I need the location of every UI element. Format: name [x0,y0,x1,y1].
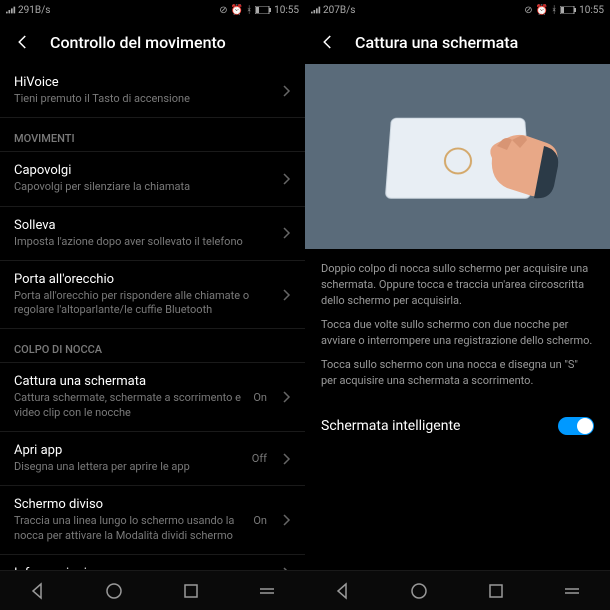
desc-3: Tocca sullo schermo con una nocca e dise… [321,357,594,389]
item-capovolgi[interactable]: Capovolgi Capovolgi per silenziare la ch… [0,152,305,206]
screen-capture: 207B/s ⊘ ⏰ ᚼ 10:55 Cattura una schermata [305,0,610,610]
item-schermo-diviso[interactable]: Schermo diviso Traccia una linea lungo l… [0,486,305,555]
nav-bar [305,570,610,610]
nav-recent-icon[interactable] [486,581,506,601]
item-title: Capovolgi [14,163,275,178]
network-speed: 207B/s [323,5,355,16]
item-subtitle: Porta all'orecchio per rispondere alle c… [14,289,275,318]
item-subtitle: Disegna una lettera per aprire le app [14,460,252,474]
item-subtitle: Capovolgi per silenziare la chiamata [14,180,275,194]
item-cattura-schermata[interactable]: Cattura una schermata Cattura schermate,… [0,363,305,432]
section-movimenti: MOVIMENTI [0,118,305,152]
signal-icon [311,6,321,14]
item-porta-orecchio[interactable]: Porta all'orecchio Porta all'orecchio pe… [0,261,305,330]
alarm-icon: ⏰ [536,5,548,16]
item-title: Cattura una schermata [14,374,253,389]
nav-notification-icon[interactable] [257,581,277,601]
nav-notification-icon[interactable] [562,581,582,601]
toggle-state: On [253,391,267,404]
status-bar: 291B/s ⊘ ⏰ ᚼ 10:55 [0,0,305,20]
nav-recent-icon[interactable] [181,581,201,601]
status-bar: 207B/s ⊘ ⏰ ᚼ 10:55 [305,0,610,20]
hand-icon [472,128,562,203]
bluetooth-icon: ᚼ [246,5,252,16]
item-subtitle: Traccia una linea lungo lo schermo usand… [14,514,253,543]
item-title: Solleva [14,218,275,233]
section-nocca: COLPO DI NOCCA [0,329,305,363]
clock: 10:55 [579,5,604,16]
knuckle-illustration [305,64,610,249]
network-speed: 291B/s [18,5,50,16]
alarm-icon: ⏰ [231,5,243,16]
item-hivoice[interactable]: HiVoice Tieni premuto il Tasto di accens… [0,64,305,118]
page-title: Controllo del movimento [50,33,226,52]
nav-home-icon[interactable] [409,581,429,601]
item-solleva[interactable]: Solleva Imposta l'azione dopo aver solle… [0,207,305,261]
item-subtitle: Tieni premuto il Tasto di accensione [14,92,275,106]
page-title: Cattura una schermata [355,33,518,52]
desc-2: Tocca due volte sullo schermo con due no… [321,317,594,349]
item-subtitle: Cattura schermate, schermate a scorrimen… [14,391,253,420]
chevron-right-icon [283,227,291,239]
nav-bar [0,570,305,610]
nav-back-icon[interactable] [333,581,353,601]
chevron-right-icon [283,85,291,97]
chevron-right-icon [283,391,291,403]
battery-icon [255,6,271,14]
bluetooth-icon: ᚼ [551,5,557,16]
dnd-icon: ⊘ [524,5,532,16]
toggle-state: On [253,514,267,527]
screen-motion-control: 291B/s ⊘ ⏰ ᚼ 10:55 Controllo del movimen… [0,0,305,610]
item-title: Porta all'orecchio [14,272,275,287]
toggle-label: Schermata intelligente [321,418,558,434]
description-block: Doppio colpo di nocca sullo schermo per … [305,249,610,401]
chevron-right-icon [283,173,291,185]
nav-home-icon[interactable] [104,581,124,601]
item-apri-app[interactable]: Apri app Disegna una lettera per aprire … [0,432,305,486]
dnd-icon: ⊘ [219,5,227,16]
toggle-state: Off [252,452,267,465]
item-informazioni[interactable]: Informazioni [0,555,305,570]
item-title: Apri app [14,443,252,458]
back-icon[interactable] [319,33,337,51]
item-subtitle: Imposta l'azione dopo aver sollevato il … [14,235,275,249]
chevron-right-icon [283,453,291,465]
switch-on[interactable] [558,417,594,435]
chevron-right-icon [283,514,291,526]
signal-icon [6,6,16,14]
header: Controllo del movimento [0,20,305,64]
desc-1: Doppio colpo di nocca sullo schermo per … [321,261,594,309]
battery-icon [560,6,576,14]
header: Cattura una schermata [305,20,610,64]
smart-screenshot-toggle[interactable]: Schermata intelligente [305,401,610,447]
clock: 10:55 [274,5,299,16]
chevron-right-icon [283,289,291,301]
item-title: HiVoice [14,75,275,90]
item-title: Schermo diviso [14,497,253,512]
back-icon[interactable] [14,33,32,51]
nav-back-icon[interactable] [28,581,48,601]
